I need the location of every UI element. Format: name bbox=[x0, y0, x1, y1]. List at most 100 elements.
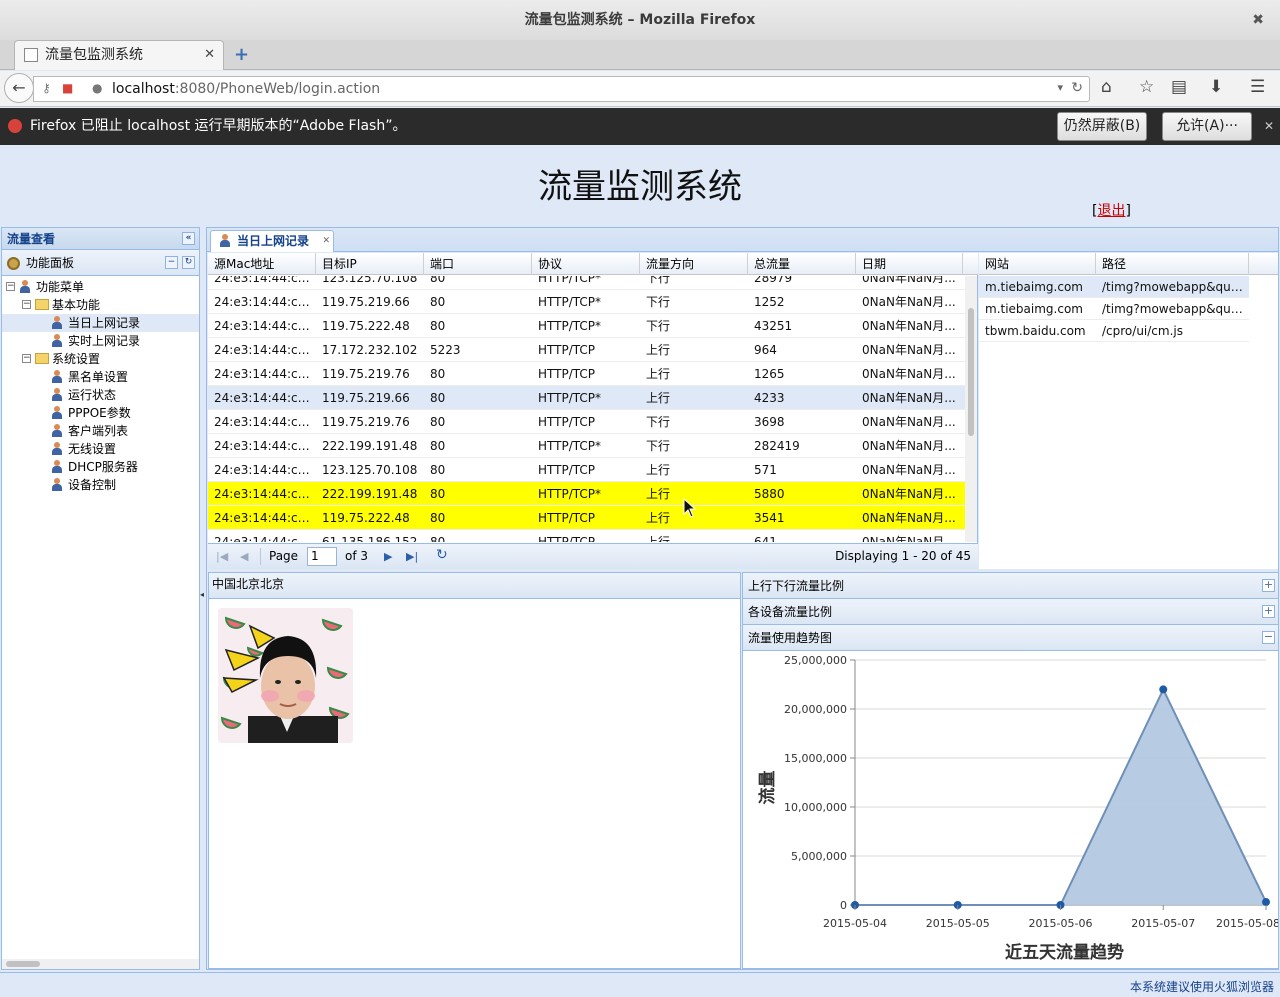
tree-toggle-icon[interactable]: − bbox=[6, 282, 15, 291]
tree-item[interactable]: − 基本功能 bbox=[2, 296, 199, 314]
tree-item[interactable]: PPPOE参数 bbox=[2, 404, 199, 422]
table-row[interactable]: 24:e3:14:44:c4:... 119.75.219.76 80 HTTP/TC… bbox=[208, 362, 966, 386]
collapse-icon[interactable]: − bbox=[1262, 631, 1275, 644]
page-number-input[interactable]: 1 bbox=[307, 547, 337, 566]
collapse-left-icon[interactable]: « bbox=[182, 232, 195, 245]
column-header[interactable]: 路径 bbox=[1096, 253, 1249, 275]
tree-item[interactable]: − 功能菜单 bbox=[2, 278, 199, 296]
table-row[interactable]: 24:e3:14:44:c4:... 222.199.191.48 80 HTTP/T… bbox=[208, 482, 966, 506]
reading-list-icon[interactable]: ▤ bbox=[1171, 77, 1187, 97]
table-cell: 0NaN年NaN月... bbox=[862, 343, 956, 357]
table-row[interactable]: 24:e3:14:44:c4:... 61.135.186.152 80 HTTP/T… bbox=[208, 530, 966, 542]
tree-item[interactable]: 当日上网记录 bbox=[2, 314, 199, 332]
column-header[interactable]: 目标IP bbox=[316, 253, 424, 275]
records-vscrollbar[interactable] bbox=[965, 276, 977, 542]
expand-icon[interactable]: + bbox=[1262, 605, 1275, 618]
table-row[interactable]: tbwm.baidu.com/cpro/ui/cm.js bbox=[979, 320, 1249, 342]
last-page-icon[interactable]: ▶| bbox=[406, 550, 418, 563]
pager-refresh-icon[interactable]: ↻ bbox=[436, 547, 448, 563]
tab-today-records[interactable]: 当日上网记录 ✕ bbox=[210, 230, 334, 252]
table-cell: HTTP/TCP bbox=[538, 343, 595, 357]
table-row[interactable]: 24:e3:14:44:c4:... 119.75.222.48 80 HTTP/TC… bbox=[208, 314, 966, 338]
column-header[interactable]: 端口 bbox=[424, 253, 532, 275]
table-row[interactable]: 24:e3:14:44:c4:... 119.75.219.76 80 HTTP/TC… bbox=[208, 410, 966, 434]
menu-icon[interactable]: ☰ bbox=[1250, 77, 1265, 97]
first-page-icon[interactable]: |◀ bbox=[216, 550, 228, 563]
plugin-blocked-icon[interactable]: ■ bbox=[62, 81, 73, 95]
window-close-icon[interactable]: ✖ bbox=[1252, 0, 1264, 40]
column-header[interactable]: 总流量 bbox=[748, 253, 856, 275]
tree-item[interactable]: 无线设置 bbox=[2, 440, 199, 458]
new-tab-icon[interactable]: + bbox=[234, 44, 249, 65]
column-header[interactable]: 协议 bbox=[532, 253, 640, 275]
keep-blocking-button[interactable]: 仍然屏蔽(B) bbox=[1057, 112, 1147, 141]
pager-page-label: Page bbox=[269, 549, 299, 563]
table-cell: 0NaN年NaN月... bbox=[862, 511, 956, 525]
tab-close-icon[interactable]: ✕ bbox=[322, 231, 330, 251]
table-cell: 5223 bbox=[430, 343, 461, 357]
table-row[interactable]: 24:e3:14:44:c4:... 17.172.232.102 5223 HTTP… bbox=[208, 338, 966, 362]
table-row[interactable]: 24:e3:14:44:c4:... 119.75.219.66 80 HTTP/TC… bbox=[208, 386, 966, 410]
stats-accordion: 上行下行流量比例 + 各设备流量比例 + 流量使用趋势图 − 0 5,000,000 10,0… bbox=[742, 572, 1280, 969]
column-header[interactable]: 流量方向 bbox=[640, 253, 748, 275]
notification-close-icon[interactable]: ✕ bbox=[1264, 108, 1274, 145]
url-dropdown-icon[interactable]: ▾ bbox=[1057, 81, 1063, 94]
back-arrow-icon[interactable]: ← bbox=[4, 73, 34, 103]
tree-item[interactable]: − 系统设置 bbox=[2, 350, 199, 368]
home-icon[interactable]: ⌂ bbox=[1101, 77, 1112, 97]
table-row[interactable]: m.tiebaimg.com/timg?mowebapp&qua... bbox=[979, 276, 1249, 298]
table-row[interactable]: m.tiebaimg.com/timg?mowebapp&qua... bbox=[979, 298, 1249, 320]
sidebar-hscrollbar[interactable] bbox=[2, 959, 199, 969]
main-tabstrip: 当日上网记录 ✕ bbox=[207, 228, 1278, 252]
allow-flash-button[interactable]: 允许(A)··· bbox=[1162, 112, 1252, 141]
tree-item-label: 功能菜单 bbox=[36, 280, 85, 294]
tree-item[interactable]: 实时上网记录 bbox=[2, 332, 199, 350]
url-text[interactable]: localhost:8080/PhoneWeb/login.action bbox=[112, 81, 380, 97]
reload-icon[interactable]: ↻ bbox=[1071, 80, 1083, 96]
next-page-icon[interactable]: ▶ bbox=[384, 550, 392, 563]
bookmark-star-icon[interactable]: ☆ bbox=[1139, 77, 1154, 97]
accordion-header[interactable]: 流量使用趋势图 − bbox=[743, 625, 1278, 651]
browser-navbar: ← ⚷ ■ ● localhost:8080/PhoneWeb/login.ac… bbox=[0, 71, 1280, 107]
tree-toggle-icon[interactable]: − bbox=[22, 300, 31, 309]
plugin-warning-icon bbox=[8, 119, 22, 133]
download-icon[interactable]: ⬇ bbox=[1209, 77, 1223, 97]
browser-tab[interactable]: 流量包监测系统 ✕ bbox=[14, 40, 224, 70]
tree-item[interactable]: 设备控制 bbox=[2, 476, 199, 494]
logout-link[interactable]: 退出 bbox=[1097, 203, 1125, 219]
expand-icon[interactable]: + bbox=[1262, 579, 1275, 592]
collapse-icon[interactable]: − bbox=[165, 256, 178, 269]
table-cell: HTTP/TCP* bbox=[538, 439, 601, 453]
table-cell: 0NaN年NaN月... bbox=[862, 439, 956, 453]
traffic-trend-chart: 0 5,000,000 10,000,000 15,000,000 20,000,000… bbox=[743, 651, 1280, 969]
table-row[interactable]: 24:e3:14:44:c4:... 119.75.219.66 80 HTTP/TC… bbox=[208, 290, 966, 314]
table-cell: 下行 bbox=[646, 439, 671, 453]
tree-item[interactable]: 客户端列表 bbox=[2, 422, 199, 440]
prev-page-icon[interactable]: ◀ bbox=[240, 550, 248, 563]
function-panel-header[interactable]: 功能面板 − ↻ bbox=[2, 250, 199, 276]
table-cell: 80 bbox=[430, 367, 446, 381]
table-row[interactable]: 24:e3:14:44:c4:... 222.199.191.48 80 HTTP/T… bbox=[208, 434, 966, 458]
refresh-icon[interactable]: ↻ bbox=[182, 256, 195, 269]
tree-item[interactable]: 运行状态 bbox=[2, 386, 199, 404]
table-row[interactable]: 24:e3:14:44:c4:... 123.125.70.108 80 HTTP/T… bbox=[208, 458, 966, 482]
tree-item[interactable]: DHCP服务器 bbox=[2, 458, 199, 476]
url-bar[interactable]: ⚷ ■ ● localhost:8080/PhoneWeb/login.acti… bbox=[33, 76, 1090, 102]
tree-item[interactable]: 黑名单设置 bbox=[2, 368, 199, 386]
column-header[interactable]: 日期 bbox=[856, 253, 963, 275]
tree-toggle-icon[interactable]: − bbox=[22, 354, 31, 363]
table-row[interactable]: 24:e3:14:44:c4:... 123.125.70.108 80 HTTP/T… bbox=[208, 276, 966, 290]
table-row[interactable]: 24:e3:14:44:c4:... 119.75.222.48 80 HTTP/TC… bbox=[208, 506, 966, 530]
key-icon[interactable]: ⚷ bbox=[42, 81, 51, 95]
table-cell: 24:e3:14:44:c4:... bbox=[214, 487, 316, 501]
accordion-header[interactable]: 各设备流量比例 + bbox=[743, 599, 1278, 625]
table-cell: 119.75.222.48 bbox=[322, 511, 410, 525]
tab-close-icon[interactable]: ✕ bbox=[204, 41, 215, 69]
column-header[interactable]: 源Mac地址 bbox=[208, 253, 316, 275]
column-header[interactable]: 网站 bbox=[979, 253, 1096, 275]
table-cell: 24:e3:14:44:c4:... bbox=[214, 463, 316, 477]
app-title: 流量监测系统 bbox=[538, 167, 742, 207]
table-cell: 上行 bbox=[646, 367, 671, 381]
sites-grid-body: m.tiebaimg.com/timg?mowebapp&qua... m.tie… bbox=[979, 276, 1278, 566]
accordion-header[interactable]: 上行下行流量比例 + bbox=[743, 573, 1278, 599]
